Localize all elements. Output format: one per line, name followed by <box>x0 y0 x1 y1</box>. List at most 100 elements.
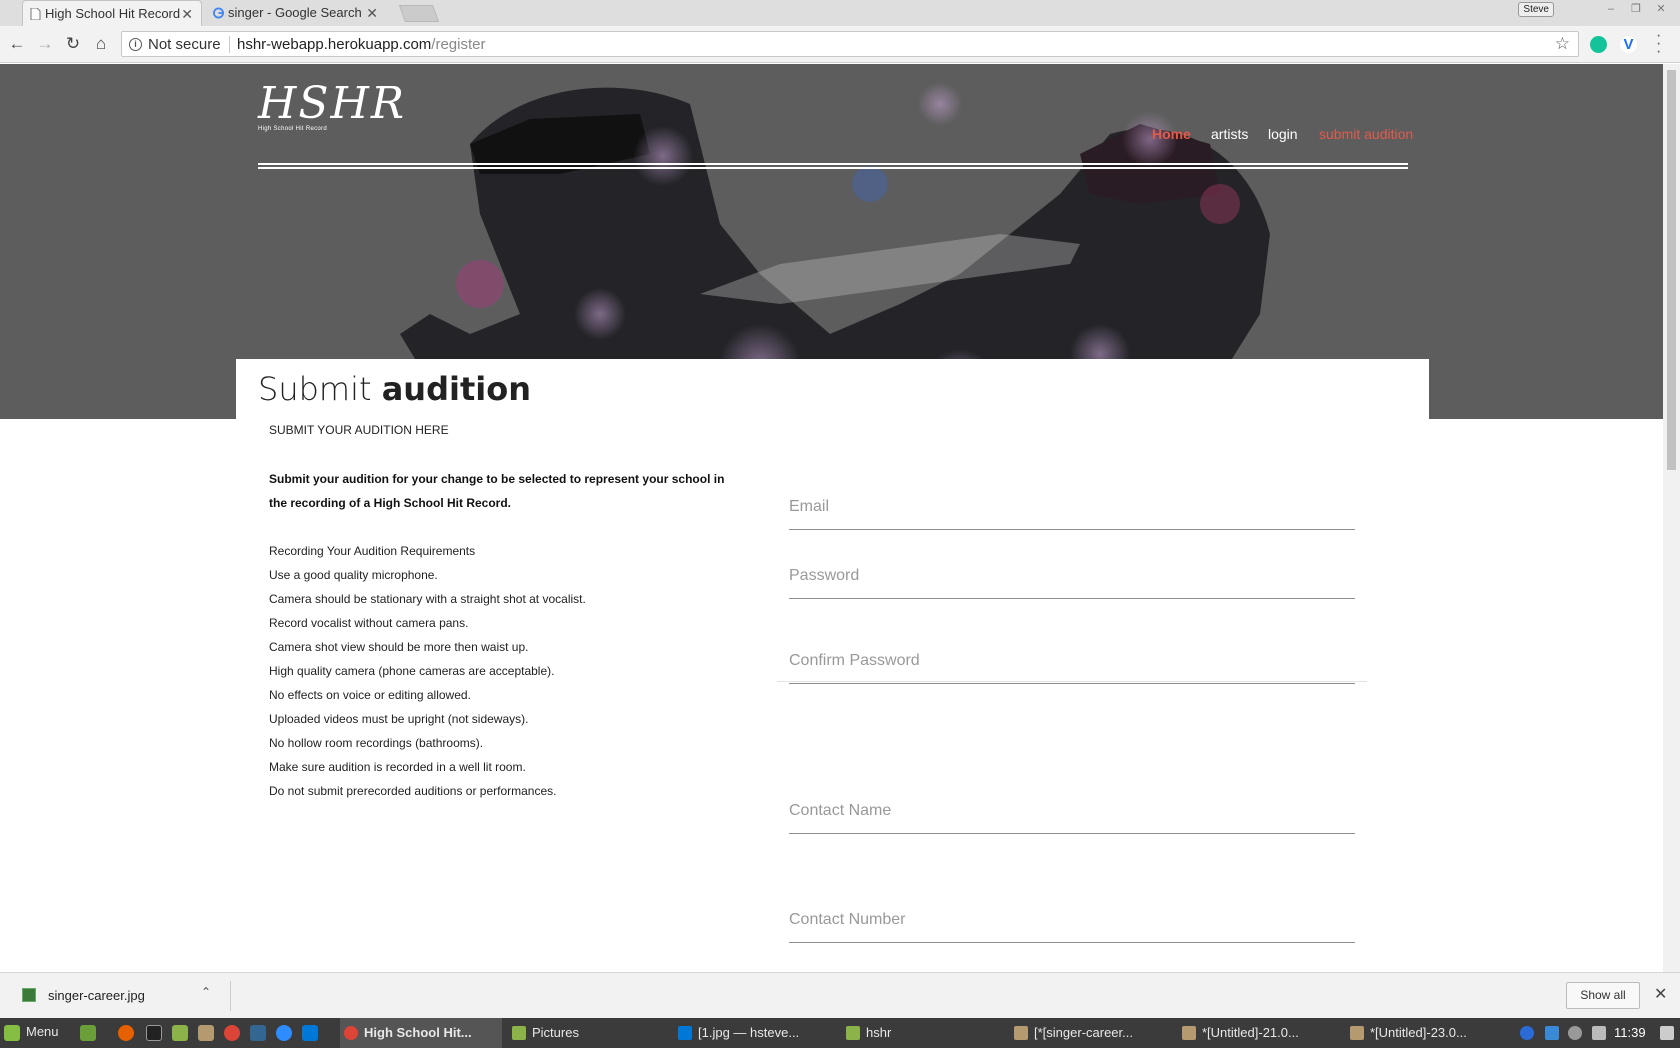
reload-icon[interactable]: ↻ <box>63 34 83 54</box>
nav-home[interactable]: Home <box>1152 126 1191 142</box>
list-item: Camera should be stationary with a strai… <box>269 592 586 606</box>
gimp-icon <box>1182 1026 1196 1040</box>
zoom-icon[interactable] <box>276 1025 292 1041</box>
tab-google-search[interactable]: singer - Google Search ✕ <box>206 0 386 26</box>
requirements-list: Recording Your Audition Requirements Use… <box>269 539 586 803</box>
vscode-icon <box>678 1026 692 1040</box>
grammarly-extension-icon[interactable] <box>1590 36 1607 53</box>
logo-mark: HSHR <box>258 78 407 129</box>
nav-submit-audition[interactable]: submit audition <box>1319 126 1413 142</box>
list-item: Uploaded videos must be upright (not sid… <box>269 712 529 726</box>
page-scrollbar[interactable] <box>1663 64 1680 972</box>
taskbar-item-chrome[interactable]: High School Hit... <box>340 1018 502 1048</box>
close-icon[interactable]: ✕ <box>1654 984 1667 1004</box>
site-logo[interactable]: HSHR High School Hit Record <box>258 78 407 133</box>
security-label[interactable]: Not secure <box>148 36 221 53</box>
shield-icon[interactable] <box>1545 1026 1559 1040</box>
browser-toolbar: ← → ↻ ⌂ i Not secure hshr-webapp.herokua… <box>0 26 1680 63</box>
scrollbar-thumb[interactable] <box>1667 70 1676 470</box>
desktop-taskbar: Menu High School Hit... Pictures [1.jpg … <box>0 1018 1680 1048</box>
nav-artists[interactable]: artists <box>1211 126 1248 142</box>
files-icon[interactable] <box>172 1025 188 1041</box>
bluetooth-icon[interactable] <box>1520 1026 1534 1040</box>
pgadmin-icon[interactable] <box>250 1025 266 1041</box>
bookmark-star-icon[interactable]: ☆ <box>1555 34 1570 54</box>
profile-badge[interactable]: Steve <box>1518 2 1554 17</box>
confirm-password-field <box>789 640 1355 684</box>
mint-logo-icon <box>4 1024 20 1041</box>
contact-number-input[interactable] <box>789 899 1355 929</box>
user-icon[interactable] <box>1568 1026 1582 1040</box>
close-tab-icon[interactable]: ✕ <box>366 0 378 26</box>
form-divider <box>777 681 1367 682</box>
downloads-shelf: singer-career.jpg ⌃ Show all ✕ <box>0 972 1680 1018</box>
firefox-icon[interactable] <box>118 1025 134 1041</box>
home-icon[interactable]: ⌂ <box>91 34 111 54</box>
chevron-up-icon[interactable]: ⌃ <box>201 985 211 999</box>
email-input[interactable] <box>789 486 1355 516</box>
email-field <box>789 486 1355 530</box>
taskbar-item-gimp-untitled-21[interactable]: *[Untitled]-21.0... <box>1178 1018 1338 1048</box>
list-item: Make sure audition is recorded in a well… <box>269 760 526 774</box>
chrome-icon <box>344 1026 358 1040</box>
list-item: Record vocalist without camera pans. <box>269 616 469 630</box>
show-all-button[interactable]: Show all <box>1566 982 1640 1009</box>
taskbar-item-gimp-singer[interactable]: [*[singer-career... <box>1010 1018 1170 1048</box>
list-item: Do not submit prerecorded auditions or p… <box>269 784 557 798</box>
tab-high-school-hit-record[interactable]: High School Hit Record ✕ <box>22 0 202 26</box>
list-item: No hollow room recordings (bathrooms). <box>269 736 484 750</box>
shelf-divider <box>230 981 231 1011</box>
contact-name-field <box>789 790 1355 834</box>
download-filename[interactable]: singer-career.jpg <box>48 988 145 1003</box>
chrome-icon[interactable] <box>224 1025 240 1041</box>
gimp-icon[interactable] <box>198 1025 214 1041</box>
start-menu-button[interactable]: Menu <box>4 1024 59 1041</box>
nav-login[interactable]: login <box>1268 126 1298 142</box>
folder-icon <box>846 1026 860 1040</box>
requirements-heading: Recording Your Audition Requirements <box>269 544 476 558</box>
omnibox-divider <box>229 36 230 53</box>
contact-number-field <box>789 899 1355 943</box>
google-icon <box>213 7 224 19</box>
taskbar-item-hshr[interactable]: hshr <box>842 1018 1002 1048</box>
list-item: Use a good quality microphone. <box>269 568 438 582</box>
taskbar-item-gimp-untitled-23[interactable]: *[Untitled]-23.0... <box>1346 1018 1506 1048</box>
list-item: No effects on voice or editing allowed. <box>269 688 471 702</box>
gimp-icon <box>1350 1026 1364 1040</box>
intro-text: Submit your audition for your change to … <box>269 472 725 510</box>
confirm-password-input[interactable] <box>789 640 1355 670</box>
back-arrow-icon[interactable]: ← <box>7 34 27 54</box>
browser-menu-icon[interactable]: · · · <box>1656 28 1661 60</box>
page-title: Submit audition <box>258 370 531 408</box>
image-file-icon <box>22 988 36 1002</box>
folder-icon <box>512 1026 526 1040</box>
url-text[interactable]: hshr-webapp.herokuapp.com/register <box>237 36 485 53</box>
info-icon[interactable]: i <box>129 38 142 51</box>
gimp-icon <box>1014 1026 1028 1040</box>
restore-icon[interactable]: ❐ <box>1627 3 1645 17</box>
taskbar-item-vscode[interactable]: [1.jpg — hsteve... <box>674 1018 834 1048</box>
lead-heading: SUBMIT YOUR AUDITION HERE <box>269 423 449 437</box>
network-icon[interactable] <box>1592 1026 1606 1040</box>
taskbar-item-pictures[interactable]: Pictures <box>508 1018 668 1048</box>
tab-title: High School Hit Record <box>45 6 181 21</box>
password-field <box>789 555 1355 599</box>
header-divider <box>258 167 1408 169</box>
volume-icon[interactable] <box>1660 1026 1674 1040</box>
clock[interactable]: 11:39 <box>1614 1025 1646 1040</box>
contact-name-input[interactable] <box>789 790 1355 820</box>
password-input[interactable] <box>789 555 1355 585</box>
close-window-icon[interactable]: ✕ <box>1652 3 1670 17</box>
vscode-icon[interactable] <box>302 1025 318 1041</box>
terminal-icon[interactable] <box>146 1025 162 1041</box>
close-tab-icon[interactable]: ✕ <box>181 1 193 27</box>
new-tab-button[interactable] <box>398 5 440 22</box>
address-bar[interactable]: i Not secure hshr-webapp.herokuapp.com/r… <box>121 31 1579 57</box>
page-viewport: HSHR High School Hit Record Home artists… <box>0 64 1663 972</box>
list-item: Camera shot view should be more then wai… <box>269 640 529 654</box>
forward-arrow-icon[interactable]: → <box>35 34 55 54</box>
minimize-icon[interactable]: – <box>1602 3 1620 17</box>
vpn-extension-icon[interactable]: V <box>1620 36 1637 53</box>
list-item: High quality camera (phone cameras are a… <box>269 664 555 678</box>
show-desktop-icon[interactable] <box>80 1025 96 1041</box>
